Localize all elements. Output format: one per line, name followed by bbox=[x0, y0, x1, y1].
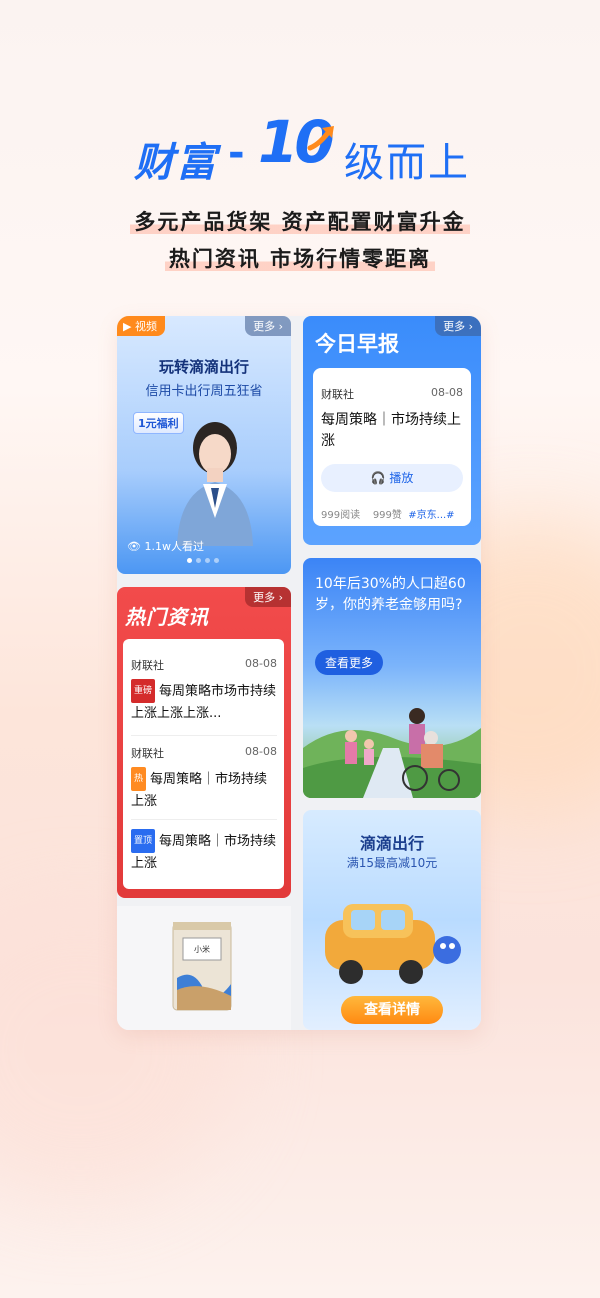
today-report-card[interactable]: 今日早报 更多 › 财联社 08-08 每周策略｜市场持续上涨 🎧 播放 999… bbox=[303, 316, 481, 545]
tagline-2: 热门资讯 市场行情零距离 bbox=[0, 243, 600, 273]
list-item[interactable]: 财联社 08-08 热每周策略｜市场持续上涨 bbox=[131, 745, 277, 813]
hero-brand: 财富 bbox=[134, 140, 218, 186]
video-title: 玩转滴滴出行 bbox=[158, 358, 249, 376]
rice-bag-image: 小米 bbox=[172, 922, 232, 1011]
hot-more-button[interactable]: 更多 › bbox=[245, 587, 291, 607]
family-illustration bbox=[303, 708, 481, 798]
tagline-1: 多元产品货架 资产配置财富升金 bbox=[0, 206, 600, 236]
report-stats: 999阅读 999赞 #京东...# bbox=[321, 510, 455, 521]
video-subtitle: 信用卡出行周五狂省 bbox=[145, 384, 263, 399]
list-item[interactable]: 财联社 08-08 重磅 每周策略市场市持续上涨上涨上涨... bbox=[131, 657, 277, 725]
play-button[interactable]: 🎧 播放 bbox=[321, 464, 463, 492]
hot-news-list: 财联社 08-08 重磅 每周策略市场市持续上涨上涨上涨... 财联社 08-08… bbox=[123, 639, 284, 889]
hero-suffix: 级而上 bbox=[344, 140, 470, 186]
didi-title: 滴滴出行 bbox=[359, 834, 424, 853]
badge-heavy: 重磅 bbox=[131, 679, 156, 703]
hero-title: 财富 - 10 级而上 bbox=[0, 108, 600, 186]
presenter-image bbox=[177, 422, 253, 546]
svg-text:小米: 小米 bbox=[194, 944, 210, 954]
up-arrow-icon bbox=[307, 126, 334, 151]
today-more-button[interactable]: 更多 › bbox=[435, 316, 481, 336]
badge-hot: 热 bbox=[131, 767, 147, 791]
pension-card[interactable]: 10年后30%的人口超60岁，你的养老金够用吗? 查看更多 bbox=[303, 558, 481, 798]
phone-preview: ▶ 视频 更多 › 玩转滴滴出行 信用卡出行周五狂省 1元福利 👁 1.1w人看… bbox=[117, 316, 481, 1030]
didi-subtitle: 满15最高减10元 bbox=[346, 856, 438, 870]
hot-news-title: 热门资讯 bbox=[125, 605, 209, 629]
hot-news-card[interactable]: 热门资讯 更多 › 财联社 08-08 重磅 每周策略市场市持续上涨上涨上涨...… bbox=[117, 587, 291, 898]
list-item[interactable]: 置顶 每周策略｜市场持续上涨 bbox=[131, 823, 277, 875]
didi-card[interactable]: 滴滴出行 满15最高减10元 查看详情 bbox=[303, 810, 481, 1030]
view-count: 👁 1.1w人看过 bbox=[127, 540, 204, 553]
video-more-button[interactable]: 更多 › bbox=[245, 316, 291, 336]
today-report-title: 今日早报 bbox=[315, 332, 399, 356]
report-source: 财联社 bbox=[321, 388, 354, 401]
carousel-dots bbox=[187, 558, 219, 563]
report-item[interactable]: 财联社 08-08 每周策略｜市场持续上涨 🎧 播放 999阅读 999赞 #京… bbox=[313, 368, 471, 526]
pension-question: 10年后30%的人口超60岁，你的养老金够用吗? bbox=[315, 576, 466, 613]
badge-pinned: 置顶 bbox=[131, 829, 156, 853]
product-card[interactable]: 小米 bbox=[117, 906, 291, 1030]
video-tag: ▶ 视频 bbox=[117, 316, 165, 336]
view-more-button[interactable]: 查看更多 bbox=[315, 650, 384, 675]
report-headline: 每周策略｜市场持续上涨 bbox=[321, 412, 461, 449]
video-card[interactable]: ▶ 视频 更多 › 玩转滴滴出行 信用卡出行周五狂省 1元福利 👁 1.1w人看… bbox=[117, 316, 291, 574]
car-illustration bbox=[325, 904, 461, 984]
hero-dash: - bbox=[228, 130, 245, 176]
report-date: 08-08 bbox=[431, 386, 463, 399]
view-details-button[interactable]: 查看详情 bbox=[341, 996, 443, 1024]
